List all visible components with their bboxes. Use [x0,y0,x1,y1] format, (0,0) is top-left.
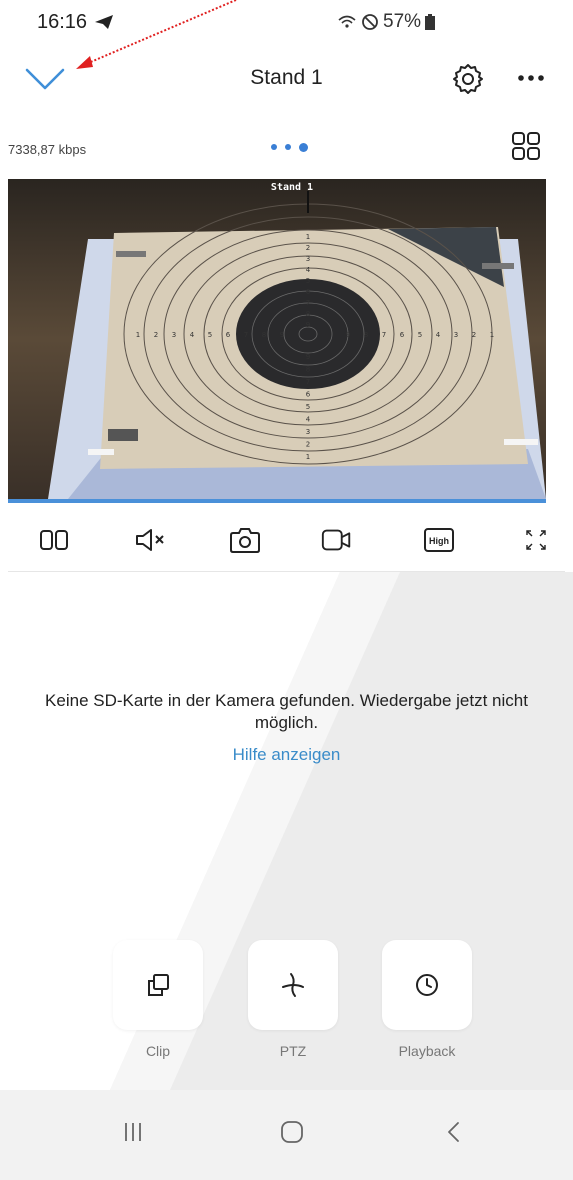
split-view-button[interactable] [37,523,71,557]
speaker-muted-icon [136,529,164,551]
video-record-icon [321,529,351,551]
quality-button[interactable]: High [422,523,456,557]
ring-number: 8 [262,331,266,339]
ring-number: 1 [490,331,494,339]
page-dot [285,144,291,150]
recent-apps-button[interactable] [111,1110,155,1154]
ring-number: 9 [280,331,284,339]
ring-number: 8 [306,310,310,318]
ring-number: 7 [306,299,310,307]
fullscreen-button[interactable] [519,523,553,557]
ptz-button[interactable] [248,940,338,1030]
more-options-icon[interactable] [515,66,547,90]
ring-numbers-top: 1 2 3 4 5 6 7 8 9 [306,233,311,329]
ptz-label: PTZ [279,1043,307,1059]
ring-number: 3 [306,428,310,436]
ring-number: 9 [346,331,350,339]
snapshot-button[interactable] [228,523,262,557]
ring-number: 8 [306,366,310,374]
video-controls: High [0,513,573,567]
battery-percent: 57% [383,11,422,32]
record-button[interactable] [320,523,354,557]
ring-numbers-bottom: 9 8 7 6 5 4 3 2 1 [306,353,311,461]
back-icon [448,1122,459,1142]
ring-number: 7 [382,331,386,339]
ring-number: 5 [306,403,310,411]
ring-number: 7 [244,331,248,339]
camera-icon [230,528,260,553]
ring-number: 2 [472,331,476,339]
ring-number: 4 [306,266,311,274]
ring-number: 3 [306,255,310,263]
no-sd-card-message: Keine SD-Karte in der Kamera gefunden. W… [45,691,528,732]
bitrate-readout: 7338,87 kbps [8,142,87,157]
ring-number: 1 [136,331,140,339]
help-link[interactable]: Hilfe anzeigen [0,745,573,765]
grid-view-icon[interactable] [511,131,541,161]
quality-high-icon: High [424,528,454,552]
ring-number: 6 [226,331,231,339]
ring-number: 5 [208,331,212,339]
status-bar: 16:16 57% [0,0,573,44]
ring-number: 3 [454,331,458,339]
ring-number: 5 [418,331,422,339]
ring-number: 1 [306,233,310,241]
ring-number: 3 [172,331,176,339]
clock-icon [416,974,438,996]
ring-number: 4 [306,416,311,424]
page-dot-active [299,142,308,152]
video-overlay-label: Stand 1 [271,182,313,193]
telegram-icon [95,15,113,29]
ring-number: 6 [400,331,405,339]
back-button[interactable] [432,1110,476,1154]
home-button[interactable] [270,1110,314,1154]
battery-icon [425,14,436,30]
recent-apps-icon [125,1123,141,1141]
system-nav-bar [0,1090,573,1180]
home-icon [281,1121,303,1143]
ring-number: 9 [306,321,310,329]
page-dot [271,144,277,150]
ring-number: 7 [306,378,310,386]
status-indicators: 57% [337,11,436,33]
playback-label: Playback [398,1043,456,1059]
clip-button[interactable] [113,940,203,1030]
ring-number: 6 [306,391,311,399]
do-not-disturb-icon [362,14,378,30]
ring-numbers-left: 1 2 3 4 5 6 7 8 9 [136,331,284,339]
target-scene: 123456789 987654321 123456789 987654321 … [8,179,546,499]
ring-number: 4 [436,331,441,339]
ring-number: 4 [190,331,195,339]
camera-video-feed[interactable]: 123456789 987654321 123456789 987654321 … [8,179,546,499]
wifi-icon [338,15,356,28]
ring-number: 2 [154,331,158,339]
ring-number: 2 [306,441,310,449]
ring-number: 5 [306,277,310,285]
mute-button[interactable] [134,523,168,557]
ring-number: 9 [306,353,310,361]
video-progress-bar [8,499,546,503]
status-time: 16:16 [37,11,88,33]
ring-number: 6 [306,288,311,296]
playback-panel: Keine SD-Karte in der Kamera gefunden. W… [0,572,573,1090]
page-title: Stand 1 [250,66,323,89]
gear-icon[interactable] [451,62,485,96]
clip-icon [148,974,169,996]
quality-label: High [429,536,449,546]
page-indicator[interactable] [271,141,317,153]
ring-number: 2 [306,244,310,252]
ring-number: 8 [364,331,368,339]
app-header: Stand 1 [0,44,573,114]
ptz-icon [282,973,304,997]
expand-icon [526,530,546,550]
split-view-icon [40,530,68,550]
ring-numbers-right: 9 8 7 6 5 4 3 2 1 [346,331,494,339]
playback-button[interactable] [382,940,472,1030]
clip-label: Clip [145,1043,171,1059]
ring-number: 1 [306,453,310,461]
